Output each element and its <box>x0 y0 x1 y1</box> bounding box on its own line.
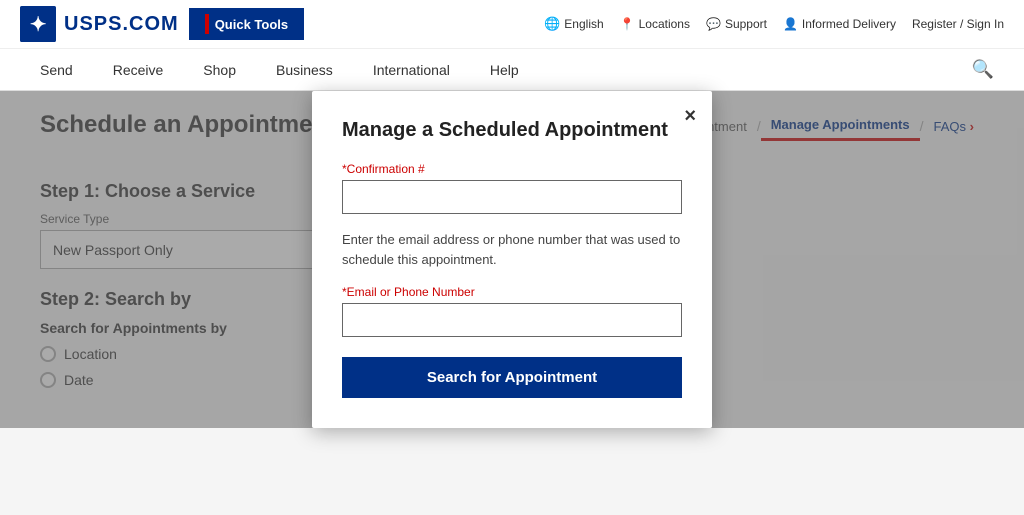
globe-icon: 🌐 <box>544 16 560 32</box>
confirmation-input[interactable] <box>342 180 682 214</box>
main-nav: Send Receive Shop Business International… <box>0 48 1024 90</box>
modal-hint-text: Enter the email address or phone number … <box>342 230 682 269</box>
search-appointment-button[interactable]: Search for Appointment <box>342 357 682 398</box>
modal-dialog: × Manage a Scheduled Appointment *Confir… <box>312 91 712 428</box>
locations-link[interactable]: 📍 Locations <box>620 17 690 31</box>
nav-receive[interactable]: Receive <box>93 50 184 90</box>
support-link[interactable]: 💬 Support <box>706 17 767 31</box>
nav-international[interactable]: International <box>353 50 470 90</box>
search-icon[interactable]: 🔍 <box>962 49 1004 90</box>
header: ✦ USPS.COM Quick Tools 🌐 English 📍 Locat… <box>0 0 1024 91</box>
modal-close-button[interactable]: × <box>684 105 696 128</box>
nav-help[interactable]: Help <box>470 50 539 90</box>
page-wrapper: Schedule an Appointment Schedule an Appo… <box>0 91 1024 428</box>
location-icon: 📍 <box>620 17 635 31</box>
header-top: ✦ USPS.COM Quick Tools 🌐 English 📍 Locat… <box>0 0 1024 48</box>
quick-tools-button[interactable]: Quick Tools <box>189 8 304 40</box>
modal-title: Manage a Scheduled Appointment <box>342 119 682 142</box>
header-top-right: 🌐 English 📍 Locations 💬 Support 👤 Inform… <box>544 16 1004 32</box>
nav-send[interactable]: Send <box>20 50 93 90</box>
informed-delivery-icon: 👤 <box>783 17 798 31</box>
modal-overlay: × Manage a Scheduled Appointment *Confir… <box>0 91 1024 428</box>
language-link[interactable]: 🌐 English <box>544 16 604 32</box>
nav-shop[interactable]: Shop <box>183 50 256 90</box>
svg-text:✦: ✦ <box>30 14 47 36</box>
nav-items: Send Receive Shop Business International… <box>20 50 539 90</box>
quick-tools-label: Quick Tools <box>215 17 288 32</box>
confirmation-label: *Confirmation # <box>342 162 682 176</box>
email-phone-input[interactable] <box>342 303 682 337</box>
usps-logo-text: USPS.COM <box>64 13 179 36</box>
usps-logo[interactable]: ✦ USPS.COM <box>20 6 179 42</box>
eagle-icon: ✦ <box>20 6 56 42</box>
logo-area: ✦ USPS.COM Quick Tools <box>20 6 304 42</box>
qt-red-bar <box>205 14 209 34</box>
informed-delivery-link[interactable]: 👤 Informed Delivery <box>783 17 896 31</box>
email-label: *Email or Phone Number <box>342 285 682 299</box>
support-icon: 💬 <box>706 17 721 31</box>
nav-business[interactable]: Business <box>256 50 353 90</box>
register-signin-link[interactable]: Register / Sign In <box>912 17 1004 31</box>
